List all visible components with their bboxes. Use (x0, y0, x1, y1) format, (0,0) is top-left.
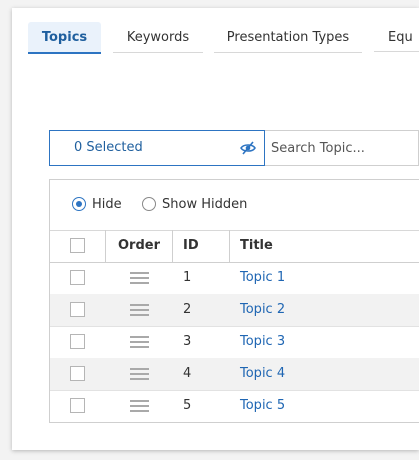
row-title-cell: Topic 1 (230, 262, 419, 294)
row-title-cell: Topic 3 (230, 326, 419, 358)
show-hidden-label: Show Hidden (162, 197, 248, 212)
row-order-cell (106, 390, 173, 422)
row-checkbox[interactable] (70, 398, 85, 413)
topic-link[interactable]: Topic 2 (240, 302, 285, 317)
drag-handle-icon[interactable] (130, 335, 149, 349)
header-id[interactable]: ID (173, 230, 230, 262)
row-order-cell (106, 262, 173, 294)
tab-topics[interactable]: Topics (28, 22, 101, 54)
row-select-cell (50, 326, 106, 358)
hide-label: Hide (92, 197, 122, 212)
row-id: 4 (183, 366, 192, 381)
row-title-cell: Topic 4 (230, 358, 419, 390)
eye-slash-icon (240, 141, 256, 155)
topic-link[interactable]: Topic 5 (240, 398, 285, 413)
row-id: 5 (183, 398, 192, 413)
tab-presentation-types[interactable]: Presentation Types (214, 22, 362, 53)
header-title[interactable]: Title (230, 230, 419, 262)
table-row: 1 Topic 1 (50, 262, 419, 295)
row-id: 2 (183, 302, 192, 317)
row-select-cell (50, 262, 106, 294)
topic-link[interactable]: Topic 1 (240, 270, 285, 285)
topic-link[interactable]: Topic 3 (240, 334, 285, 349)
row-checkbox[interactable] (70, 302, 85, 317)
visibility-filter: Hide Show Hidden (50, 180, 419, 231)
search-topic-input[interactable] (265, 130, 419, 166)
drag-handle-icon[interactable] (130, 271, 149, 285)
row-title-cell: Topic 5 (230, 390, 419, 422)
selected-count: 0 Selected (74, 140, 143, 155)
drag-handle-icon[interactable] (130, 303, 149, 317)
tab-bar: Topics Keywords Presentation Types Equ (28, 22, 419, 54)
header-select-cell (50, 230, 106, 262)
row-checkbox[interactable] (70, 334, 85, 349)
row-checkbox[interactable] (70, 366, 85, 381)
row-id: 1 (183, 270, 192, 285)
table-row: 5 Topic 5 (50, 390, 419, 422)
row-order-cell (106, 358, 173, 390)
selected-filter-toggle[interactable]: 0 Selected (49, 130, 265, 166)
topic-link[interactable]: Topic 4 (240, 366, 285, 381)
row-select-cell (50, 294, 106, 326)
select-all-checkbox[interactable] (70, 238, 85, 253)
row-order-cell (106, 294, 173, 326)
topics-panel: Topics Keywords Presentation Types Equ 0… (12, 8, 419, 450)
radio-circle (142, 197, 156, 211)
table-row: 4 Topic 4 (50, 358, 419, 391)
table-header: Order ID Title (50, 230, 419, 263)
drag-handle-icon[interactable] (130, 399, 149, 413)
header-order[interactable]: Order (106, 230, 173, 262)
row-title-cell: Topic 2 (230, 294, 419, 326)
radio-circle (72, 197, 86, 211)
show-hidden-radio[interactable]: Show Hidden (142, 196, 252, 214)
tab-keywords[interactable]: Keywords (113, 22, 203, 53)
tab-equ[interactable]: Equ (374, 22, 419, 52)
row-id: 3 (183, 334, 192, 349)
row-select-cell (50, 358, 106, 390)
table-row: 2 Topic 2 (50, 294, 419, 327)
row-order-cell (106, 326, 173, 358)
table-row: 3 Topic 3 (50, 326, 419, 359)
row-select-cell (50, 390, 106, 422)
row-checkbox[interactable] (70, 270, 85, 285)
drag-handle-icon[interactable] (130, 367, 149, 381)
hide-radio[interactable]: Hide (72, 196, 132, 214)
topics-table: Hide Show Hidden Order ID Title 1 Topic … (49, 179, 419, 423)
